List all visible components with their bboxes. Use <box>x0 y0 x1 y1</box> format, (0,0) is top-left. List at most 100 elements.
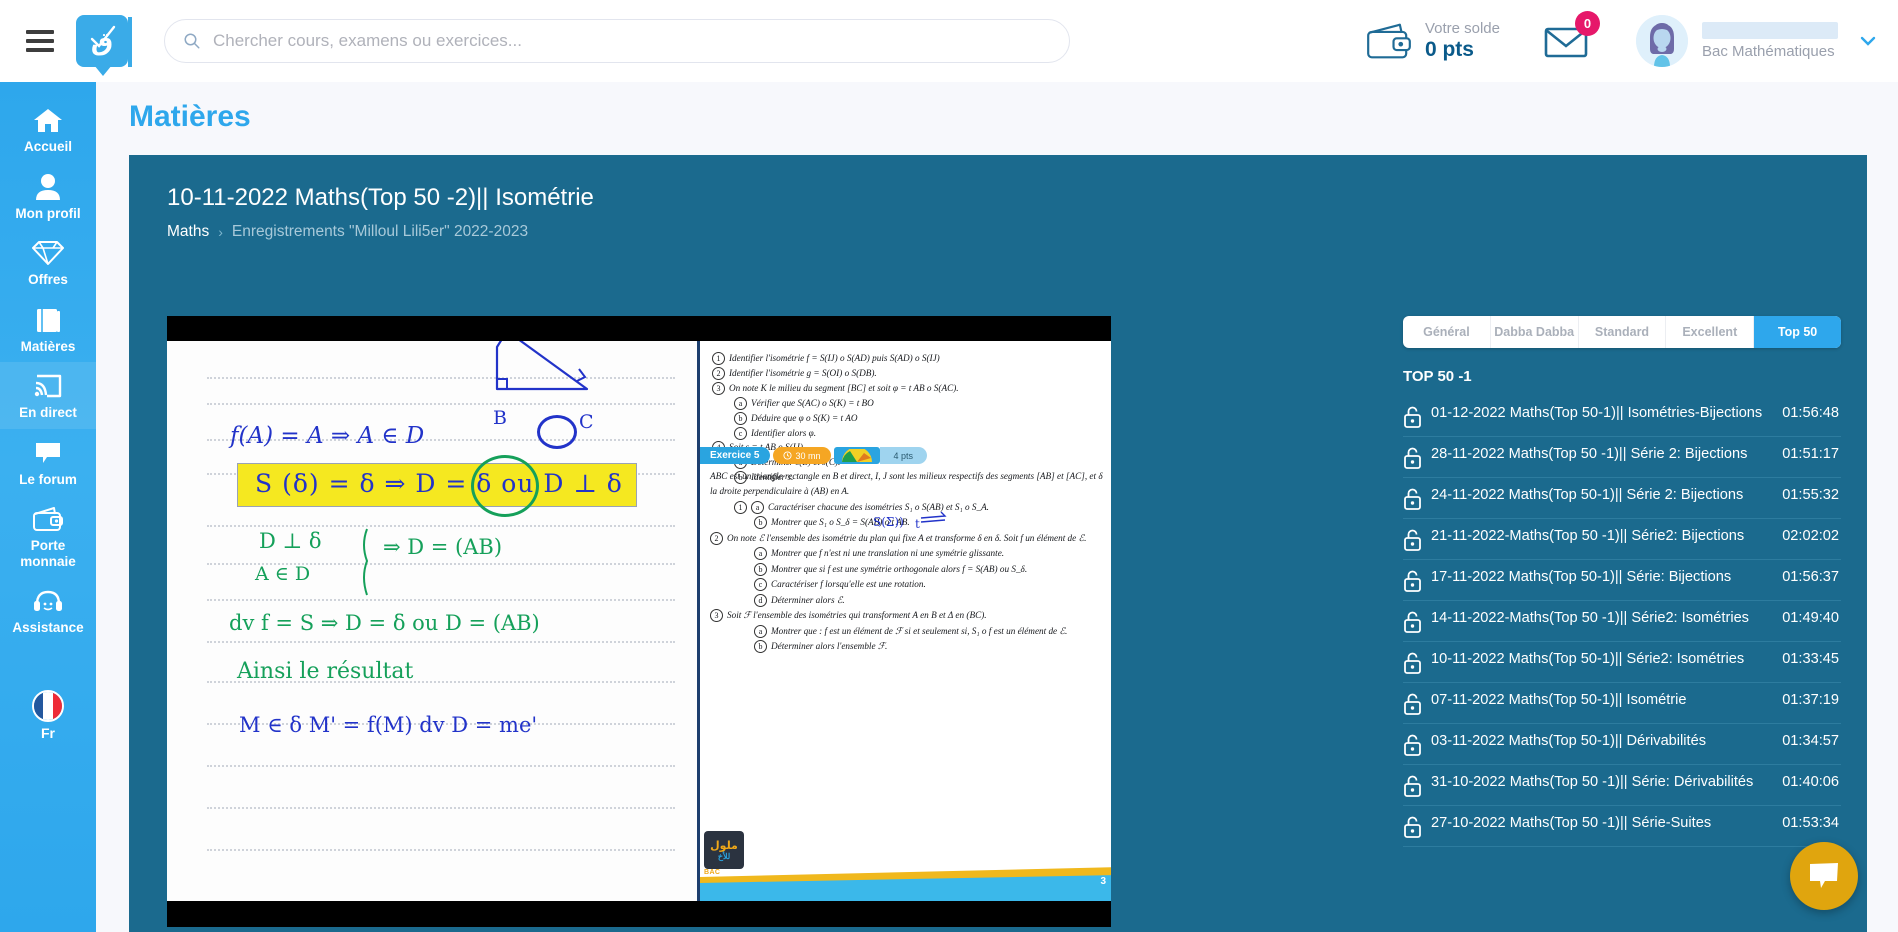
tab-standard[interactable]: Standard <box>1579 316 1667 348</box>
lock-open-icon <box>1403 611 1422 633</box>
list-item[interactable]: 14-11-2022-Maths(Top 50 -1)|| Série2: Is… <box>1403 601 1841 642</box>
list-item[interactable]: 31-10-2022 Maths(Top 50 -1)|| Série: Dér… <box>1403 765 1841 806</box>
list-item-duration: 01:34:57 <box>1782 733 1839 749</box>
user-menu[interactable]: Bac Mathématiques <box>1636 15 1878 67</box>
exercise-line: bDéterminer alors l'ensemble ℱ. <box>710 639 1103 654</box>
sidebar-item-label: Le forum <box>2 472 94 488</box>
headset-icon <box>2 586 94 616</box>
list-item-title: 31-10-2022 Maths(Top 50 -1)|| Série: Dér… <box>1431 773 1767 793</box>
list-item[interactable]: 03-11-2022 Maths(Top 50-1)|| Dérivabilit… <box>1403 724 1841 765</box>
search-input[interactable] <box>213 31 1051 51</box>
list-item-title: 07-11-2022 Maths(Top 50-1)|| Isométrie <box>1431 691 1767 711</box>
search-box[interactable] <box>164 19 1070 63</box>
exercise-line: bDéduire que φ o S(K) = t AO <box>712 411 1103 426</box>
list-item-duration: 01:56:48 <box>1782 405 1839 421</box>
search-icon <box>183 32 201 50</box>
language-selector[interactable]: Fr <box>32 690 64 741</box>
brand-logo[interactable]: ق <box>76 15 128 67</box>
user-name-redacted <box>1702 22 1838 39</box>
lesson-list: TOP 50 -1 01-12-2022 Maths(Top 50-1)|| I… <box>1403 368 1841 925</box>
list-section-title: TOP 50 -1 <box>1403 368 1841 385</box>
handwriting-line-6: dv f = S ⇒ D = δ ou D = (AB) <box>229 611 540 635</box>
list-item[interactable]: 01-12-2022 Maths(Top 50-1)|| Isométries-… <box>1403 396 1841 437</box>
svg-text:t: t <box>915 517 920 531</box>
list-item[interactable]: 24-11-2022 Maths(Top 50-1)|| Série 2: Bi… <box>1403 478 1841 519</box>
wallet-label: Votre solde <box>1425 20 1500 37</box>
page-footer-wave <box>700 861 1111 901</box>
list-item[interactable]: 07-11-2022 Maths(Top 50-1)|| Isométrie 0… <box>1403 683 1841 724</box>
user-role: Bac Mathématiques <box>1702 43 1838 60</box>
sidebar-item-label: Accueil <box>2 139 94 155</box>
avatar-illustration <box>1636 15 1688 67</box>
handwriting-line-7: Ainsi le résultat <box>237 659 413 684</box>
list-item-title: 24-11-2022 Maths(Top 50-1)|| Série 2: Bi… <box>1431 486 1767 506</box>
top-bar-right: Votre solde 0 pts 0 <box>1365 15 1898 67</box>
list-item-duration: 01:37:19 <box>1782 692 1839 708</box>
lesson-list-panel: Général Dabba Dabba Standard Excellent T… <box>1403 316 1841 927</box>
list-item-title: 01-12-2022 Maths(Top 50-1)|| Isométries-… <box>1431 404 1767 424</box>
exercise-line: bMontrer que si f est une symétrie ortho… <box>710 562 1103 577</box>
app-root: ق Votre solde <box>0 0 1898 932</box>
brand-accent-bar <box>128 17 132 67</box>
cast-icon <box>2 371 94 401</box>
list-item[interactable]: 27-10-2022 Maths(Top 50 -1)|| Série-Suit… <box>1403 806 1841 847</box>
messages-button[interactable]: 0 <box>1544 24 1588 58</box>
exercise-meta-bar: Exercice 5 30 mn <box>700 447 1111 464</box>
tab-excellent[interactable]: Excellent <box>1666 316 1754 348</box>
sidebar-item-offres[interactable]: Offres <box>0 229 96 296</box>
sidebar-item-label: En direct <box>2 405 94 421</box>
clock-icon <box>783 451 792 460</box>
sidebar-item-porte-monnaie[interactable]: Porte monnaie <box>0 495 96 577</box>
exercise-top-list: 1Identifier l'isométrie f = S(IJ) o S(AD… <box>712 351 1103 485</box>
exercise-line: 1Identifier l'isométrie f = S(IJ) o S(AD… <box>712 351 1103 366</box>
sidebar: Accueil Mon profil Offres <box>0 82 96 932</box>
sidebar-item-matieres[interactable]: Matières <box>0 296 96 363</box>
main-content: Matières 10-11-2022 Maths(Top 50 -2)|| I… <box>96 82 1898 932</box>
list-item-duration: 01:53:34 <box>1782 815 1839 831</box>
france-flag-icon <box>32 690 64 722</box>
sidebar-item-mon-profil[interactable]: Mon profil <box>0 163 96 230</box>
list-item-title: 10-11-2022 Maths(Top 50-1)|| Série2: Iso… <box>1431 650 1767 670</box>
hamburger-menu-icon[interactable] <box>26 30 54 52</box>
user-icon <box>2 172 94 202</box>
list-item-title: 21-11-2022-Maths(Top 50 -1)|| Série2: Bi… <box>1431 527 1767 547</box>
lock-open-icon <box>1403 693 1422 715</box>
watermark-line-1: ملول <box>710 839 738 852</box>
video-player[interactable]: B C f(A) = A ⇒ A ∈ D S (δ) = δ ⇒ D = δ o… <box>167 316 1111 927</box>
lock-open-icon <box>1403 447 1422 469</box>
wallet-balance[interactable]: Votre solde 0 pts <box>1365 20 1500 61</box>
sidebar-item-label: Offres <box>2 272 94 288</box>
breadcrumb-separator-icon: › <box>218 224 223 240</box>
exercise-number: Exercice 5 <box>700 447 770 464</box>
list-item[interactable]: 17-11-2022 Maths(Top 50-1)|| Série: Bije… <box>1403 560 1841 601</box>
tab-general[interactable]: Général <box>1403 316 1491 348</box>
video-frame: B C f(A) = A ⇒ A ∈ D S (δ) = δ ⇒ D = δ o… <box>167 341 1111 901</box>
sidebar-item-assistance[interactable]: Assistance <box>0 577 96 644</box>
chat-support-button[interactable] <box>1790 842 1858 910</box>
chat-icon <box>2 438 94 468</box>
avatar <box>1636 15 1688 67</box>
list-item-duration: 01:49:40 <box>1782 610 1839 626</box>
sidebar-item-le-forum[interactable]: Le forum <box>0 429 96 496</box>
chat-bubble-icon <box>1808 862 1840 890</box>
list-item[interactable]: 21-11-2022-Maths(Top 50 -1)|| Série2: Bi… <box>1403 519 1841 560</box>
sidebar-item-en-direct[interactable]: En direct <box>0 362 96 429</box>
handwriting-line-2: S (δ) = δ ⇒ D = δ ou D ⊥ δ <box>255 469 623 498</box>
exercise-body: ABC est un triangle rectangle en B et di… <box>710 469 1103 654</box>
sidebar-item-label: Mon profil <box>2 206 94 222</box>
exercise-line: aVérifier que S(AC) o S(K) = t BO <box>712 396 1103 411</box>
sidebar-item-accueil[interactable]: Accueil <box>0 96 96 163</box>
lesson-card: 10-11-2022 Maths(Top 50 -2)|| Isométrie … <box>129 155 1867 932</box>
wallet-icon <box>1365 22 1413 60</box>
watermark-line-2: للأخ <box>718 852 730 861</box>
exercise-intro: ABC est un triangle rectangle en B et di… <box>710 469 1103 500</box>
list-item[interactable]: 10-11-2022 Maths(Top 50-1)|| Série2: Iso… <box>1403 642 1841 683</box>
top-bar: ق Votre solde <box>0 0 1898 82</box>
breadcrumb-root[interactable]: Maths <box>167 223 209 241</box>
tab-dabba-dabba[interactable]: Dabba Dabba <box>1491 316 1579 348</box>
page-title: Matières <box>96 82 1898 134</box>
tab-top-50[interactable]: Top 50 <box>1754 316 1841 348</box>
chevron-down-icon[interactable] <box>1858 31 1878 51</box>
list-item[interactable]: 28-11-2022 Maths(Top 50 -1)|| Série 2: B… <box>1403 437 1841 478</box>
green-circle-annotation <box>471 455 539 517</box>
